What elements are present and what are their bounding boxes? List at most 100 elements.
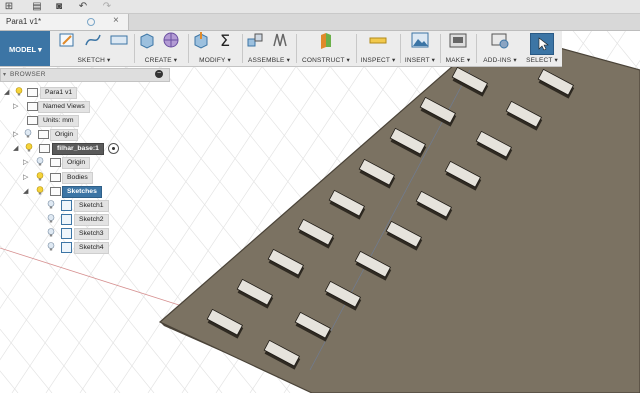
document-tab[interactable]: Para1 v1* × [0, 14, 129, 30]
root-label: Para1 v1 [40, 87, 78, 99]
sketch-item[interactable]: Sketch1 [0, 199, 170, 212]
expand-arrow-icon[interactable]: ◢ [23, 187, 28, 195]
sketch-item[interactable]: Sketch3 [0, 227, 170, 240]
add-ins-group-label: ADD-INS ▾ [483, 57, 517, 64]
expand-arrow-icon[interactable]: ◢ [13, 144, 18, 152]
lightbulb-icon[interactable] [36, 186, 44, 195]
component-origin-label: Origin [62, 157, 91, 169]
sketch-group[interactable]: SKETCH ▾ [54, 31, 134, 66]
folder-icon [50, 158, 61, 167]
sketch-item[interactable]: Sketch4 [0, 241, 170, 254]
offset-plane-icon[interactable] [317, 31, 335, 49]
lightbulb-icon[interactable] [36, 172, 44, 181]
bodies-label: Bodies [62, 172, 93, 184]
sketch-item-label: Sketch2 [74, 214, 109, 226]
new-component-icon[interactable] [246, 31, 264, 49]
construct-group[interactable]: CONSTRUCT ▾ [298, 31, 354, 66]
browser-title: BROWSER [10, 71, 46, 78]
sketches-node[interactable]: ◢ Sketches [0, 185, 170, 198]
folder-icon [50, 187, 61, 196]
units-label: Units: mm [38, 115, 79, 127]
browser-root-node[interactable]: ◢ Para1 v1 [0, 86, 170, 99]
quick-access-bar: ⊞ ▤ ◙ ↶ ↷ [0, 0, 640, 14]
bodies-node[interactable]: ▷ Bodies [0, 171, 170, 184]
make-group[interactable]: MAKE ▾ [442, 31, 474, 66]
select-group[interactable]: SELECT ▾ [524, 31, 560, 66]
folder-icon [27, 102, 38, 111]
workspace-label: MODEL ▾ [9, 45, 42, 54]
create-sketch-icon[interactable] [58, 31, 76, 49]
form-icon[interactable] [162, 31, 180, 49]
measure-icon[interactable] [369, 31, 387, 49]
insert-image-icon[interactable] [411, 31, 429, 49]
lightbulb-icon[interactable] [47, 214, 55, 223]
sketches-label: Sketches [62, 186, 102, 198]
sketch-item-label: Sketch4 [74, 242, 109, 254]
insert-group-label: INSERT ▾ [404, 57, 436, 64]
expand-arrow-icon[interactable]: ▷ [13, 102, 18, 110]
units-node[interactable]: Units: mm [0, 114, 170, 127]
component-icon [39, 144, 50, 153]
sketch-item-label: Sketch3 [74, 228, 109, 240]
assemble-group[interactable]: ASSEMBLE ▾ [244, 31, 294, 66]
grid-menu-icon[interactable]: ⊞ [2, 1, 16, 12]
expand-arrow-icon[interactable]: ◢ [4, 88, 9, 96]
workspace-switcher[interactable]: MODEL ▾ [0, 31, 50, 66]
create-group-label: CREATE ▾ [144, 57, 178, 64]
folder-icon [38, 130, 49, 139]
line-icon[interactable] [84, 31, 102, 49]
folder-icon [50, 173, 61, 182]
browser-header[interactable]: ▾ BROWSER − [0, 68, 170, 82]
sketch-icon [61, 200, 72, 211]
svg-text:Σ: Σ [220, 31, 230, 49]
assemble-group-label: ASSEMBLE ▾ [247, 57, 291, 64]
lightbulb-icon[interactable] [24, 129, 32, 138]
undo-icon[interactable]: ↶ [76, 1, 90, 12]
activate-radio-icon[interactable] [108, 143, 119, 154]
collapse-triangle-icon[interactable]: ▾ [3, 71, 6, 78]
main-toolbar: SKETCH ▾ CREATE ▾ Σ MODIFY ▾ ASSEMBLE ▾ … [0, 31, 562, 67]
rectangle-icon[interactable] [110, 31, 128, 49]
document-settings-icon [27, 116, 38, 125]
inspect-group[interactable]: INSPECT ▾ [358, 31, 398, 66]
sketch-item-label: Sketch1 [74, 200, 109, 212]
create-group[interactable]: CREATE ▾ [136, 31, 186, 66]
select-group-label: SELECT ▾ [526, 57, 558, 64]
sketch-item[interactable]: Sketch2 [0, 213, 170, 226]
collapse-panel-icon[interactable]: − [155, 70, 163, 78]
press-pull-icon[interactable] [192, 31, 210, 49]
lightbulb-icon[interactable] [47, 228, 55, 237]
joint-icon[interactable] [271, 31, 289, 49]
component-node[interactable]: ◢ filhar_base:1 [0, 142, 170, 155]
extrude-icon[interactable] [138, 31, 156, 49]
3d-print-icon[interactable] [449, 31, 467, 49]
component-origin-node[interactable]: ▷ Origin [0, 156, 170, 169]
modify-group[interactable]: Σ MODIFY ▾ [190, 31, 240, 66]
lightbulb-icon[interactable] [47, 242, 55, 251]
file-icon[interactable]: ▤ [30, 1, 44, 12]
sketch-icon [61, 214, 72, 225]
lightbulb-icon[interactable] [47, 200, 55, 209]
lightbulb-icon[interactable] [36, 157, 44, 166]
named-views-node[interactable]: ▷ Named Views [0, 100, 170, 113]
lightbulb-icon[interactable] [25, 143, 33, 152]
modify-group-label: MODIFY ▾ [199, 57, 231, 64]
sync-status-icon [87, 18, 95, 26]
expand-arrow-icon[interactable]: ▷ [23, 173, 28, 181]
close-icon[interactable]: × [113, 15, 119, 26]
scripts-icon[interactable] [491, 31, 509, 49]
add-ins-group[interactable]: ADD-INS ▾ [478, 31, 522, 66]
expand-arrow-icon[interactable]: ▷ [13, 130, 18, 138]
redo-icon[interactable]: ↷ [100, 1, 114, 12]
sketch-icon [61, 228, 72, 239]
construct-group-label: CONSTRUCT ▾ [302, 57, 350, 64]
sketch-icon [61, 242, 72, 253]
document-tab-title: Para1 v1* [6, 17, 42, 26]
save-icon[interactable]: ◙ [52, 1, 66, 12]
origin-node[interactable]: ▷ Origin [0, 128, 170, 141]
expand-arrow-icon[interactable]: ▷ [23, 158, 28, 166]
insert-group[interactable]: INSERT ▾ [402, 31, 438, 66]
lightbulb-icon[interactable] [15, 87, 23, 96]
sum-icon[interactable]: Σ [217, 31, 235, 49]
origin-label: Origin [50, 129, 79, 141]
